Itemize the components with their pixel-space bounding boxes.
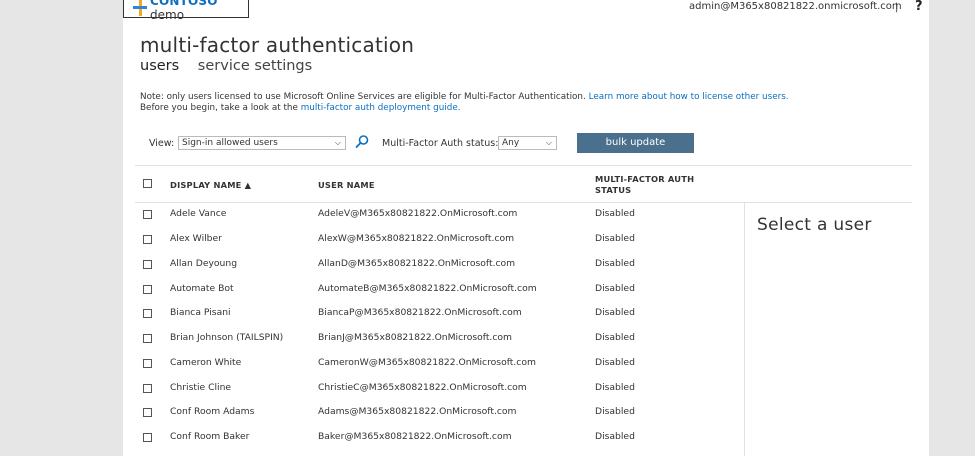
contoso-logo-icon (133, 0, 147, 16)
row-user-name: ChristieC@M365x80821822.OnMicrosoft.com (318, 382, 527, 393)
table-row[interactable]: Automate Bot AutomateB@M365x80821822.OnM… (123, 278, 743, 303)
table-row[interactable]: Allan Deyoung AllanD@M365x80821822.OnMic… (123, 253, 743, 278)
chevron-down-icon: ⌵ (545, 138, 552, 147)
column-header-mfa-status-line2: STATUS (595, 185, 632, 195)
mfa-status-label: Multi-Factor Auth status: (382, 138, 499, 149)
row-checkbox[interactable] (143, 334, 152, 343)
page-title: multi-factor authentication (140, 33, 415, 57)
row-display-name: Christie Cline (170, 382, 232, 393)
row-mfa-status: Disabled (595, 332, 635, 343)
row-mfa-status: Disabled (595, 382, 635, 393)
table-row[interactable]: Cameron White CameronW@M365x80821822.OnM… (123, 352, 743, 377)
row-checkbox[interactable] (143, 433, 152, 442)
row-mfa-status: Disabled (595, 233, 635, 244)
header-separator: | (895, 2, 899, 13)
note-line2: Before you begin, take a look at the (140, 103, 298, 113)
row-user-name: CameronW@M365x80821822.OnMicrosoft.com (318, 357, 536, 368)
table-row[interactable]: Adele Vance AdeleV@M365x80821822.OnMicro… (123, 203, 743, 228)
row-checkbox[interactable] (143, 210, 152, 219)
view-select[interactable]: Sign-in allowed users ⌵ (178, 136, 346, 150)
divider (135, 165, 912, 166)
row-user-name: BiancaP@M365x80821822.OnMicrosoft.com (318, 307, 522, 318)
table-row[interactable]: Conf Room Adams Adams@M365x80821822.OnMi… (123, 401, 743, 426)
tab-bar: users service settings (140, 58, 312, 74)
select-all-checkbox[interactable] (143, 179, 152, 188)
note-line1: Note: only users licensed to use Microso… (140, 92, 586, 102)
row-checkbox[interactable] (143, 359, 152, 368)
detail-placeholder: Select a user (757, 215, 872, 235)
row-mfa-status: Disabled (595, 208, 635, 219)
license-note: Note: only users licensed to use Microso… (140, 92, 789, 114)
help-icon[interactable]: ? (915, 0, 923, 14)
row-user-name: AutomateB@M365x80821822.OnMicrosoft.com (318, 283, 537, 294)
contoso-logo[interactable]: CONTOSO demo (123, 0, 249, 22)
row-user-name: AdeleV@M365x80821822.OnMicrosoft.com (318, 208, 518, 219)
deployment-guide-link[interactable]: multi-factor auth deployment guide. (301, 103, 461, 113)
mfa-page: CONTOSO demo admin@M365x80821822.onmicro… (123, 0, 929, 456)
mfa-status-select-value: Any (502, 138, 520, 148)
table-row[interactable]: Brian Johnson (TAILSPIN) BrianJ@M365x808… (123, 327, 743, 352)
row-display-name: Conf Room Baker (170, 431, 250, 442)
row-user-name: Adams@M365x80821822.OnMicrosoft.com (318, 406, 517, 417)
logo-brand: CONTOSO (150, 0, 218, 8)
row-display-name: Bianca Pisani (170, 307, 231, 318)
license-link[interactable]: Learn more about how to license other us… (589, 92, 789, 102)
row-mfa-status: Disabled (595, 283, 635, 294)
column-header-user-name[interactable]: USER NAME (318, 180, 375, 190)
row-mfa-status: Disabled (595, 307, 635, 318)
chevron-down-icon: ⌵ (334, 138, 341, 147)
row-checkbox[interactable] (143, 384, 152, 393)
detail-divider (744, 203, 745, 456)
column-header-display-name[interactable]: DISPLAY NAME ▲ (170, 180, 251, 190)
view-label: View: (149, 138, 175, 149)
column-header-mfa-status-line1: MULTI-FACTOR AUTH (595, 174, 695, 184)
row-checkbox[interactable] (143, 235, 152, 244)
row-display-name: Adele Vance (170, 208, 227, 219)
table-row[interactable]: Bianca Pisani BiancaP@M365x80821822.OnMi… (123, 302, 743, 327)
row-mfa-status: Disabled (595, 357, 635, 368)
row-mfa-status: Disabled (595, 258, 635, 269)
mfa-status-select[interactable]: Any ⌵ (498, 136, 557, 150)
table-row[interactable]: Conf Room Baker Baker@M365x80821822.OnMi… (123, 426, 743, 451)
row-display-name: Conf Room Adams (170, 406, 255, 417)
row-display-name: Alex Wilber (170, 233, 222, 244)
row-checkbox[interactable] (143, 408, 152, 417)
row-checkbox[interactable] (143, 285, 152, 294)
row-user-name: Baker@M365x80821822.OnMicrosoft.com (318, 431, 512, 442)
row-checkbox[interactable] (143, 309, 152, 318)
account-name[interactable]: admin@M365x80821822.onmicrosoft.com (689, 1, 902, 12)
tab-users[interactable]: users (140, 58, 179, 74)
row-mfa-status: Disabled (595, 431, 635, 442)
view-select-value: Sign-in allowed users (182, 138, 278, 148)
row-display-name: Brian Johnson (TAILSPIN) (170, 332, 284, 343)
table-row[interactable]: Alex Wilber AlexW@M365x80821822.OnMicros… (123, 228, 743, 253)
column-header-mfa-status[interactable]: MULTI-FACTOR AUTH STATUS (595, 174, 694, 196)
logo-suffix: demo (150, 8, 185, 22)
bulk-update-button[interactable]: bulk update (577, 133, 694, 153)
row-display-name: Automate Bot (170, 283, 234, 294)
row-display-name: Cameron White (170, 357, 242, 368)
table-row[interactable]: Christie Cline ChristieC@M365x80821822.O… (123, 377, 743, 402)
row-user-name: AlexW@M365x80821822.OnMicrosoft.com (318, 233, 515, 244)
row-user-name: BrianJ@M365x80821822.OnMicrosoft.com (318, 332, 512, 343)
row-user-name: AllanD@M365x80821822.OnMicrosoft.com (318, 258, 516, 269)
tab-service-settings[interactable]: service settings (198, 58, 312, 74)
search-icon[interactable] (354, 134, 370, 150)
row-checkbox[interactable] (143, 260, 152, 269)
row-mfa-status: Disabled (595, 406, 635, 417)
row-display-name: Allan Deyoung (170, 258, 238, 269)
